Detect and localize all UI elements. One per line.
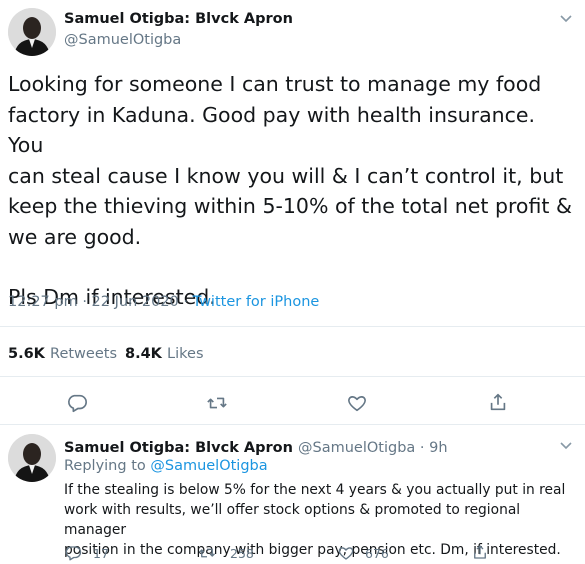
- likes-stat[interactable]: 8.4K Likes: [125, 343, 204, 362]
- reply-retweet-count: 258: [230, 545, 254, 561]
- retweet-icon: [199, 548, 215, 558]
- retweet-icon: [207, 397, 227, 409]
- reply-text-line: If the stealing is below 5% for the next…: [64, 482, 566, 498]
- reply-button[interactable]: [66, 392, 88, 414]
- reply-author-handle[interactable]: @SamuelOtigba · 9h: [298, 440, 448, 456]
- reply-reply-button[interactable]: 17: [64, 544, 109, 562]
- tweet-source[interactable]: Twitter for iPhone: [193, 294, 320, 310]
- share-icon: [490, 393, 506, 411]
- likes-label: Likes: [167, 346, 204, 362]
- reply-like-count: 676: [365, 545, 389, 561]
- replying-to: Replying to @SamuelOtigba: [64, 458, 268, 474]
- reply-retweet-button[interactable]: 258: [198, 544, 254, 562]
- divider: [0, 376, 585, 377]
- like-icon: [348, 396, 366, 412]
- tweet-text-line: factory in Kaduna. Good pay with health …: [8, 102, 536, 158]
- retweet-button[interactable]: [206, 392, 228, 414]
- reply-icon: [65, 546, 82, 561]
- tweet-meta: 12:27 pm · 22 Jun 2020 · Twitter for iPh…: [8, 294, 319, 310]
- avatar[interactable]: [8, 434, 56, 482]
- tweet-text-line: we are good.: [8, 224, 142, 249]
- reply-text: If the stealing is below 5% for the next…: [64, 480, 574, 560]
- author-name[interactable]: Samuel Otigba: Blvck Apron: [64, 11, 293, 27]
- replying-to-link[interactable]: @SamuelOtigba: [150, 458, 267, 474]
- reply-reply-count: 17: [93, 545, 109, 561]
- tweet-text: Looking for someone I can trust to manag…: [8, 69, 573, 313]
- share-icon: [474, 545, 486, 559]
- divider: [0, 326, 585, 327]
- divider: [0, 424, 585, 425]
- tweet-text-line: can steal cause I know you will & I can’…: [8, 163, 564, 188]
- reply-text-line: work with results, we’ll offer stock opt…: [64, 502, 521, 538]
- reply-icon: [68, 394, 87, 413]
- reply-author-name[interactable]: Samuel Otigba: Blvck Apron: [64, 440, 293, 456]
- retweets-stat[interactable]: 5.6K Retweets: [8, 343, 117, 362]
- retweets-count: 5.6K: [8, 346, 45, 362]
- replying-to-prefix: Replying to: [64, 458, 151, 474]
- chevron-down-icon[interactable]: [558, 437, 574, 457]
- reply-text-line: position in the company with bigger pay,…: [64, 542, 561, 558]
- share-button[interactable]: [487, 391, 509, 413]
- retweets-label: Retweets: [50, 346, 118, 362]
- tweet-timestamp[interactable]: 12:27 pm · 22 Jun 2020 ·: [8, 294, 193, 310]
- like-button[interactable]: [346, 392, 368, 414]
- avatar[interactable]: [8, 8, 56, 56]
- reply-share-button[interactable]: [471, 543, 489, 561]
- chevron-down-icon[interactable]: [558, 10, 574, 30]
- tweet-text-line: keep the thieving within 5-10% of the to…: [8, 194, 572, 218]
- reply-header: Samuel Otigba: Blvck Apron @SamuelOtigba…: [64, 437, 448, 456]
- likes-count: 8.4K: [125, 346, 162, 362]
- tweet-text-line: [8, 252, 573, 282]
- like-icon: [338, 547, 354, 560]
- author-handle[interactable]: @SamuelOtigba: [64, 32, 181, 48]
- tweet-text-line: Looking for someone I can trust to manag…: [8, 72, 542, 96]
- reply-like-button[interactable]: 676: [337, 544, 389, 562]
